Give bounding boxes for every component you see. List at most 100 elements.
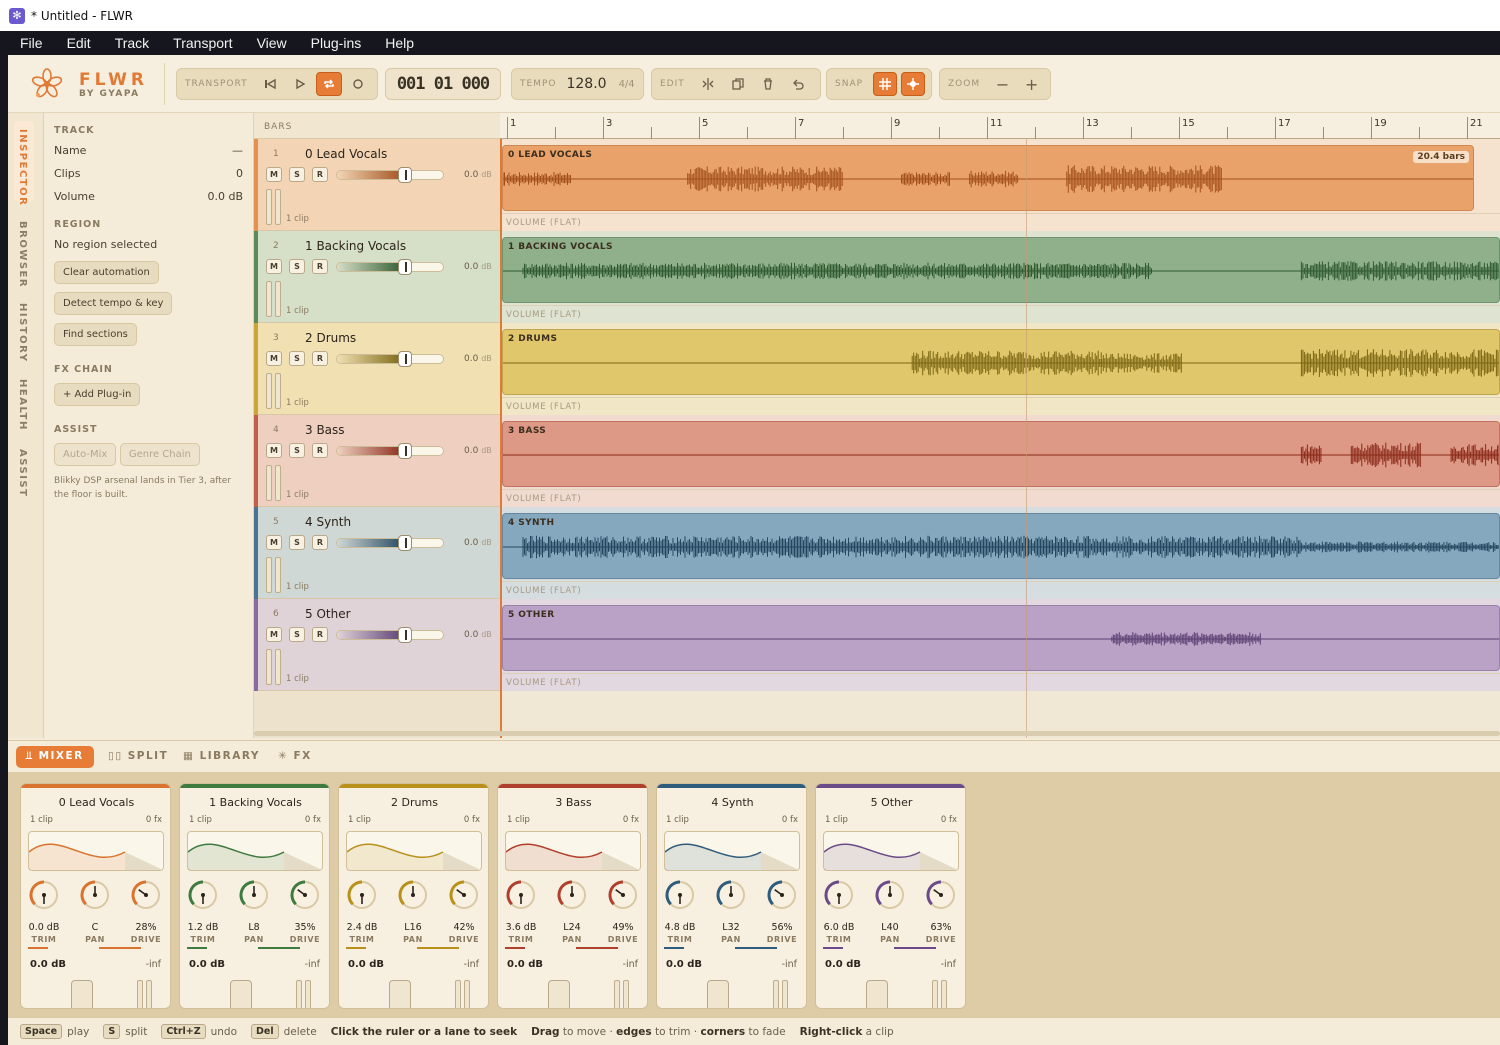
tab-inspector[interactable]: INSPECTOR (17, 129, 28, 206)
solo-button[interactable]: S (289, 351, 305, 366)
strip-fader-handle[interactable] (389, 980, 411, 1008)
trim-knob[interactable] (346, 879, 378, 911)
track-lane[interactable]: 5 OTHER VOLUME (FLAT) (500, 599, 1500, 691)
volume-automation-lane[interactable]: VOLUME (FLAT) (500, 489, 1500, 507)
fader-handle[interactable] (398, 627, 412, 643)
tab-fx[interactable]: ✳ FX (268, 746, 322, 768)
drive-knob-icon[interactable] (607, 879, 639, 911)
eq-curve[interactable] (505, 831, 641, 871)
solo-button[interactable]: S (289, 443, 305, 458)
audio-clip[interactable]: 5 OTHER (502, 605, 1500, 671)
record-arm-button[interactable]: R (312, 351, 328, 366)
position-counter[interactable]: 001 01 000 (385, 68, 501, 100)
undo-button[interactable] (785, 72, 811, 96)
solo-button[interactable]: S (289, 535, 305, 550)
mute-button[interactable]: M (266, 627, 282, 642)
pan-knob[interactable] (874, 879, 906, 911)
timeline-ruler[interactable]: 1 3 5 7 9 11 13 15 17 19 21 (500, 113, 1500, 139)
tab-mixer[interactable]: ⫫ MIXER (16, 746, 94, 768)
track-header[interactable]: 4 3 Bass M S R 0.0 dB 1 clip (254, 415, 500, 507)
eq-curve[interactable] (346, 831, 482, 871)
eq-curve[interactable] (823, 831, 959, 871)
drive-knob[interactable] (289, 879, 321, 911)
playhead[interactable] (500, 139, 502, 738)
horizontal-scrollbar[interactable] (254, 731, 1500, 736)
trim-knob[interactable] (187, 879, 219, 911)
menu-plugins[interactable]: Plug-ins (299, 35, 374, 51)
track-name[interactable]: 4 Synth (305, 515, 351, 529)
trim-knob[interactable] (823, 879, 855, 911)
volume-automation-lane[interactable]: VOLUME (FLAT) (500, 581, 1500, 599)
solo-button[interactable]: S (289, 167, 305, 182)
pan-knob-icon[interactable] (238, 879, 270, 911)
delete-button[interactable] (755, 72, 781, 96)
snap-magnet-button[interactable] (901, 72, 925, 96)
drive-knob-icon[interactable] (448, 879, 480, 911)
track-lane[interactable]: 2 DRUMS VOLUME (FLAT) (500, 323, 1500, 415)
pan-knob[interactable] (238, 879, 270, 911)
drive-knob[interactable] (607, 879, 639, 911)
trim-knob-icon[interactable] (823, 879, 855, 911)
strip-fader-handle[interactable] (866, 980, 888, 1008)
audio-clip[interactable]: 0 LEAD VOCALS 20.4 bars (502, 145, 1474, 211)
record-arm-button[interactable]: R (312, 443, 328, 458)
track-header[interactable]: 6 5 Other M S R 0.0 dB 1 clip (254, 599, 500, 691)
solo-button[interactable]: S (289, 627, 305, 642)
strip-fader-handle[interactable] (548, 980, 570, 1008)
track-name[interactable]: 2 Drums (305, 331, 356, 345)
track-name[interactable]: 5 Other (305, 607, 351, 621)
drive-knob-icon[interactable] (766, 879, 798, 911)
record-arm-button[interactable]: R (312, 167, 328, 182)
audio-clip[interactable]: 1 BACKING VOCALS (502, 237, 1500, 303)
menu-help[interactable]: Help (373, 35, 426, 51)
track-name[interactable]: 0 Lead Vocals (305, 147, 387, 161)
volume-automation-lane[interactable]: VOLUME (FLAT) (500, 305, 1500, 323)
track-lane[interactable]: 0 LEAD VOCALS 20.4 bars VOLUME (FLAT) (500, 139, 1500, 231)
track-lane[interactable]: 3 BASS VOLUME (FLAT) (500, 415, 1500, 507)
zoom-in-button[interactable]: + (1019, 72, 1044, 96)
arrange-timeline[interactable]: 1 3 5 7 9 11 13 15 17 19 21 0 LEAD VOCALS 20.4 bars… (500, 113, 1500, 738)
snap-grid-button[interactable] (873, 72, 898, 96)
fader-handle[interactable] (398, 351, 412, 367)
volume-automation-lane[interactable]: VOLUME (FLAT) (500, 213, 1500, 231)
record-arm-button[interactable]: R (312, 535, 328, 550)
zoom-out-button[interactable]: − (990, 72, 1015, 96)
trim-knob-icon[interactable] (505, 879, 537, 911)
track-lane[interactable]: 1 BACKING VOCALS VOLUME (FLAT) (500, 231, 1500, 323)
track-name[interactable]: 3 Bass (305, 423, 345, 437)
mute-button[interactable]: M (266, 259, 282, 274)
tab-health[interactable]: HEALTH (17, 379, 28, 431)
fader-handle[interactable] (398, 167, 412, 183)
clear-automation-button[interactable]: Clear automation (54, 261, 159, 284)
eq-curve[interactable] (664, 831, 800, 871)
track-header[interactable]: 2 1 Backing Vocals M S R 0.0 dB 1 clip (254, 231, 500, 323)
drive-knob[interactable] (448, 879, 480, 911)
fader-handle[interactable] (398, 443, 412, 459)
rewind-button[interactable] (258, 72, 283, 96)
drive-knob[interactable] (766, 879, 798, 911)
solo-button[interactable]: S (289, 259, 305, 274)
trim-knob[interactable] (664, 879, 696, 911)
tempo-value[interactable]: 128.0 (566, 76, 606, 92)
tab-assist[interactable]: ASSIST (17, 449, 28, 497)
volume-automation-lane[interactable]: VOLUME (FLAT) (500, 673, 1500, 691)
drive-knob-icon[interactable] (925, 879, 957, 911)
genre-chain-button[interactable]: Genre Chain (119, 443, 200, 466)
menu-track[interactable]: Track (103, 35, 161, 51)
eq-curve[interactable] (28, 831, 164, 871)
tab-history[interactable]: HISTORY (17, 303, 28, 363)
pan-knob[interactable] (556, 879, 588, 911)
strip-fader-handle[interactable] (230, 980, 252, 1008)
track-header[interactable]: 5 4 Synth M S R 0.0 dB 1 clip (254, 507, 500, 599)
fader-handle[interactable] (398, 259, 412, 275)
record-arm-button[interactable]: R (312, 259, 328, 274)
volume-fader[interactable] (336, 627, 444, 643)
tab-browser[interactable]: BROWSER (17, 221, 28, 288)
record-arm-button[interactable]: R (312, 627, 328, 642)
menu-file[interactable]: File (8, 35, 55, 51)
pan-knob[interactable] (79, 879, 111, 911)
record-button[interactable] (346, 72, 371, 96)
menu-edit[interactable]: Edit (55, 35, 103, 51)
trim-knob[interactable] (28, 879, 60, 911)
pan-knob[interactable] (715, 879, 747, 911)
